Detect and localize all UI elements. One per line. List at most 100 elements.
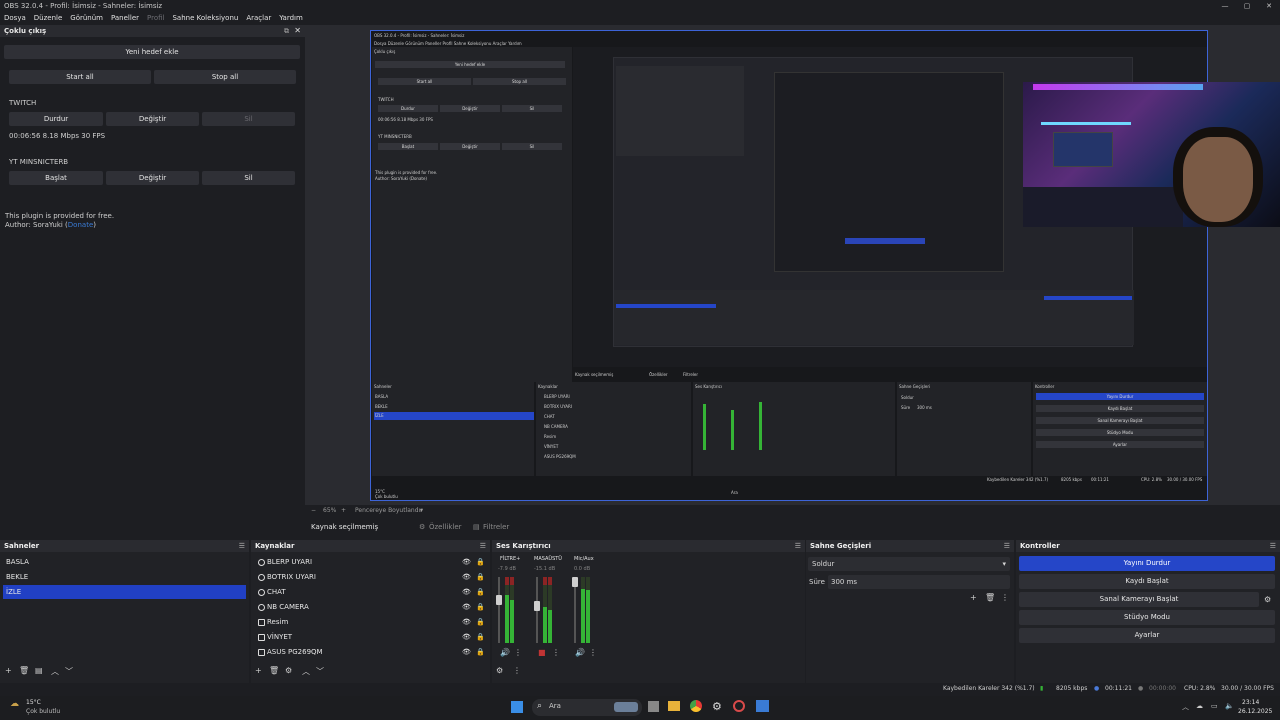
- settings-button[interactable]: Ayarlar: [1019, 628, 1275, 643]
- lock-icon[interactable]: 🔒: [476, 600, 485, 615]
- chevron-up-icon[interactable]: ︿: [1182, 702, 1189, 712]
- source-item[interactable]: NB CAMERA 👁 🔒: [256, 600, 488, 615]
- source-item[interactable]: ASUS PG269QM 👁 🔒: [256, 645, 488, 660]
- chevron-down-icon[interactable]: ﹀: [316, 666, 324, 677]
- twitch-delete-button[interactable]: Sil: [202, 112, 295, 126]
- minimize-button[interactable]: —: [1214, 0, 1236, 12]
- yt-delete-button[interactable]: Sil: [202, 171, 295, 185]
- zoom-plus-icon[interactable]: +: [341, 505, 346, 517]
- more-icon[interactable]: ⋮: [589, 648, 597, 657]
- twitch-stop-button[interactable]: Durdur: [9, 112, 103, 126]
- dock-menu-icon[interactable]: ☰: [1270, 540, 1276, 552]
- lock-icon[interactable]: 🔒: [476, 570, 485, 585]
- twitch-edit-button[interactable]: Değiştir: [106, 112, 199, 126]
- eye-icon[interactable]: 👁: [462, 630, 471, 645]
- menu-edit[interactable]: Düzenle: [30, 12, 67, 24]
- trash-icon[interactable]: 🗑: [19, 666, 29, 675]
- start-virtual-camera-button[interactable]: Sanal Kamerayı Başlat: [1019, 592, 1259, 607]
- volume-icon[interactable]: 🔈: [1225, 702, 1234, 710]
- source-item[interactable]: Resim 👁 🔒: [256, 615, 488, 630]
- lock-icon[interactable]: 🔒: [476, 630, 485, 645]
- lock-icon[interactable]: 🔒: [476, 585, 485, 600]
- more-icon[interactable]: ⋮: [552, 648, 560, 657]
- eye-icon[interactable]: 👁: [462, 570, 471, 585]
- donate-link[interactable]: Donate: [68, 221, 93, 229]
- yt-edit-button[interactable]: Değiştir: [106, 171, 199, 185]
- eye-icon[interactable]: 👁: [462, 600, 471, 615]
- menu-profile[interactable]: Profil: [143, 12, 168, 24]
- chevron-up-icon[interactable]: ︿: [51, 666, 59, 677]
- fader-knob[interactable]: [572, 577, 578, 587]
- cloud-icon[interactable]: ☁: [1196, 702, 1203, 710]
- properties-button[interactable]: Özellikler: [429, 519, 462, 535]
- menu-file[interactable]: Dosya: [0, 12, 30, 24]
- chevron-down-icon[interactable]: ﹀: [65, 666, 73, 677]
- close-icon[interactable]: ✕: [294, 25, 301, 37]
- studio-mode-button[interactable]: Stüdyo Modu: [1019, 610, 1275, 625]
- start-icon[interactable]: [511, 701, 523, 713]
- file-explorer-icon[interactable]: [668, 701, 680, 711]
- menu-docks[interactable]: Paneller: [107, 12, 143, 24]
- source-item[interactable]: BOTRIX UYARI 👁 🔒: [256, 570, 488, 585]
- more-icon[interactable]: ⋮: [513, 666, 521, 675]
- eye-icon[interactable]: 👁: [462, 615, 471, 630]
- settings-icon[interactable]: ⚙: [712, 700, 722, 713]
- filter-icon[interactable]: ▤: [35, 666, 43, 675]
- menu-scene-collection[interactable]: Sahne Koleksiyonu: [168, 12, 242, 24]
- dock-menu-icon[interactable]: ☰: [795, 540, 801, 552]
- scene-item-bekle[interactable]: BEKLE: [3, 570, 246, 584]
- add-icon[interactable]: +: [255, 666, 262, 675]
- menu-view[interactable]: Görünüm: [66, 12, 107, 24]
- float-icon[interactable]: ⧉: [284, 25, 289, 37]
- source-item[interactable]: BLERP UYARI 👁 🔒: [256, 555, 488, 570]
- yt-start-button[interactable]: Başlat: [9, 171, 103, 185]
- menu-tools[interactable]: Araçlar: [242, 12, 275, 24]
- fader-knob[interactable]: [534, 601, 540, 611]
- dock-menu-icon[interactable]: ☰: [239, 540, 245, 552]
- add-icon[interactable]: +: [5, 666, 12, 675]
- link-icon[interactable]: ⚙: [496, 666, 503, 675]
- network-icon[interactable]: ▭: [1211, 702, 1218, 710]
- maximize-button[interactable]: ▢: [1236, 0, 1258, 12]
- dock-menu-icon[interactable]: ☰: [480, 540, 486, 552]
- task-view-icon[interactable]: [648, 701, 659, 712]
- speaker-icon[interactable]: 🔊: [500, 648, 510, 657]
- volume-fader-desktop[interactable]: [534, 577, 540, 643]
- obs-icon[interactable]: [733, 700, 745, 712]
- trash-icon[interactable]: 🗑: [985, 593, 995, 602]
- start-all-button[interactable]: Start all: [9, 70, 151, 84]
- fader-knob[interactable]: [496, 595, 502, 605]
- transition-select[interactable]: Soldur ▾: [808, 557, 1010, 571]
- gear-icon[interactable]: ⚙: [1264, 595, 1271, 604]
- filter-icon[interactable]: ▤: [473, 519, 480, 535]
- gear-icon[interactable]: ⚙: [419, 519, 425, 535]
- more-icon[interactable]: ⋮: [1001, 593, 1009, 602]
- volume-fader-filtre[interactable]: [496, 577, 502, 643]
- gear-icon[interactable]: ⚙: [285, 666, 292, 675]
- close-button[interactable]: ✕: [1258, 0, 1280, 12]
- zoom-minus-icon[interactable]: −: [311, 505, 316, 517]
- source-item[interactable]: VİNYET 👁 🔒: [256, 630, 488, 645]
- lock-icon[interactable]: 🔒: [476, 615, 485, 630]
- eye-icon[interactable]: 👁: [462, 645, 471, 660]
- speaker-muted-icon[interactable]: ■: [538, 648, 546, 657]
- speaker-icon[interactable]: 🔊: [575, 648, 585, 657]
- volume-fader-mic[interactable]: [572, 577, 578, 643]
- duration-input[interactable]: 300 ms: [828, 575, 1010, 589]
- eye-icon[interactable]: 👁: [462, 585, 471, 600]
- add-target-button[interactable]: Yeni hedef ekle: [4, 45, 300, 59]
- stop-streaming-button[interactable]: Yayını Durdur: [1019, 556, 1275, 571]
- start-recording-button[interactable]: Kaydı Başlat: [1019, 574, 1275, 589]
- chevron-up-icon[interactable]: ︿: [302, 666, 310, 677]
- chevron-down-icon[interactable]: ▾: [420, 505, 423, 517]
- filters-button[interactable]: Filtreler: [483, 519, 509, 535]
- dock-menu-icon[interactable]: ☰: [1004, 540, 1010, 552]
- scale-mode[interactable]: Pencereye Boyutlandır: [355, 505, 423, 517]
- source-item[interactable]: CHAT 👁 🔒: [256, 585, 488, 600]
- trash-icon[interactable]: 🗑: [269, 666, 279, 675]
- scene-item-basla[interactable]: BASLA: [3, 555, 246, 569]
- more-icon[interactable]: ⋮: [514, 648, 522, 657]
- stop-all-button[interactable]: Stop all: [154, 70, 296, 84]
- chrome-icon[interactable]: [690, 700, 702, 712]
- menu-help[interactable]: Yardım: [275, 12, 307, 24]
